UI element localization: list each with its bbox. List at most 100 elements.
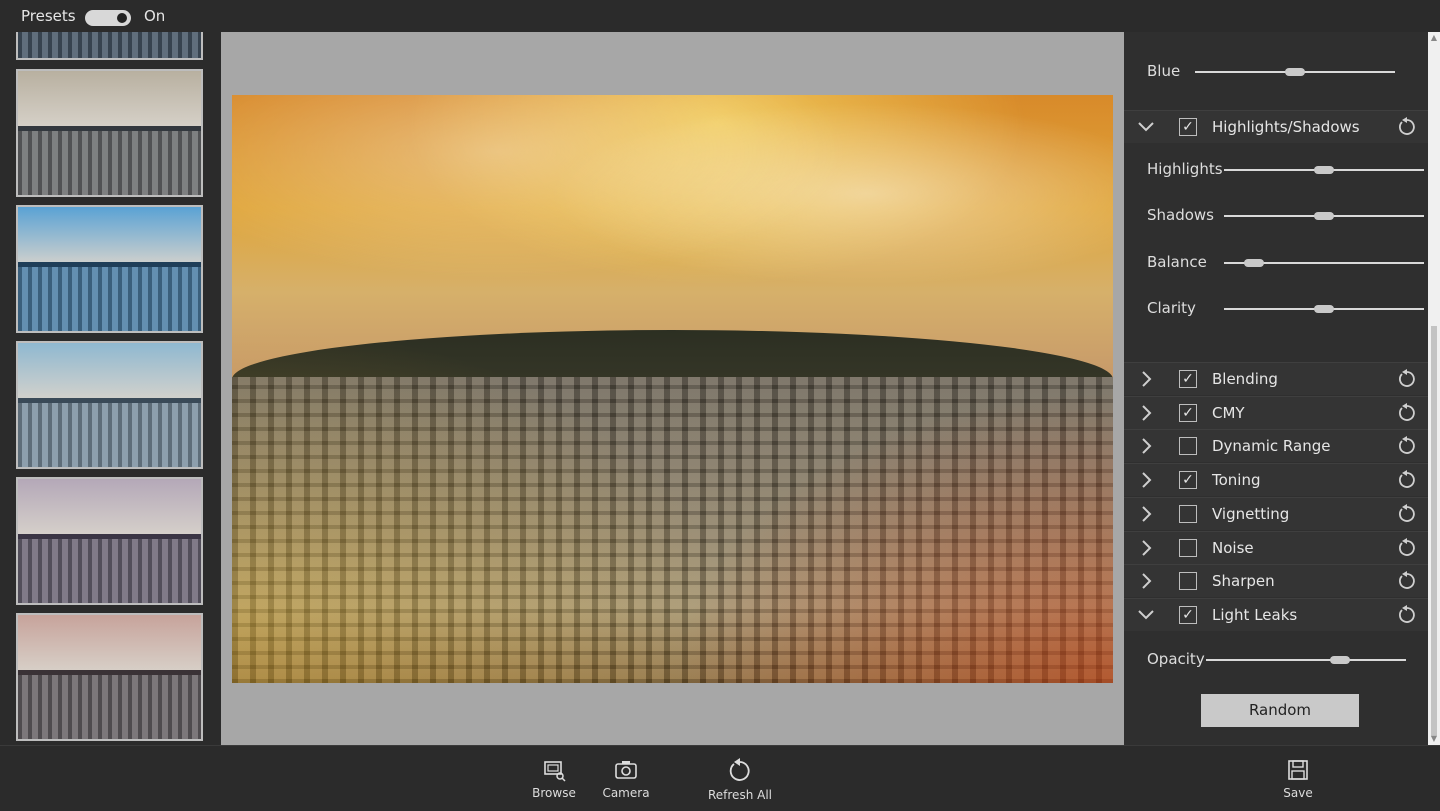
section-highlights-shadows[interactable]: ✓ Highlights/Shadows bbox=[1124, 110, 1428, 143]
section-light-leaks[interactable]: ✓ Light Leaks bbox=[1124, 598, 1428, 631]
section-title: CMY bbox=[1212, 404, 1245, 422]
section-blending[interactable]: ✓ Blending bbox=[1124, 362, 1428, 395]
presets-label: Presets bbox=[21, 7, 76, 25]
save-label: Save bbox=[1283, 786, 1313, 800]
section-sharpen[interactable]: Sharpen bbox=[1124, 564, 1428, 597]
section-checkbox[interactable] bbox=[1179, 572, 1197, 590]
blue-slider-handle[interactable] bbox=[1285, 68, 1305, 76]
reset-icon[interactable] bbox=[1396, 469, 1418, 491]
balance-label: Balance bbox=[1147, 253, 1207, 271]
toggle-knob bbox=[117, 13, 127, 23]
chevron-right-icon[interactable] bbox=[1136, 504, 1156, 524]
chevron-right-icon[interactable] bbox=[1136, 470, 1156, 490]
reset-icon[interactable] bbox=[1396, 570, 1418, 592]
section-checkbox[interactable] bbox=[1179, 505, 1197, 523]
clarity-label: Clarity bbox=[1147, 299, 1196, 317]
shadows-slider-handle[interactable] bbox=[1314, 212, 1334, 220]
preset-thumbnail[interactable] bbox=[16, 69, 203, 197]
camera-button[interactable]: Camera bbox=[591, 758, 661, 800]
refresh-all-label: Refresh All bbox=[707, 788, 772, 802]
browse-button[interactable]: Browse bbox=[519, 758, 589, 800]
refresh-icon bbox=[729, 758, 750, 781]
thumb-sky bbox=[18, 479, 201, 541]
edited-photo[interactable] bbox=[232, 95, 1113, 683]
section-vignetting[interactable]: Vignetting bbox=[1124, 497, 1428, 530]
reset-icon[interactable] bbox=[1396, 435, 1418, 457]
chevron-right-icon[interactable] bbox=[1136, 436, 1156, 456]
chevron-right-icon[interactable] bbox=[1136, 369, 1156, 389]
scrollbar-thumb[interactable] bbox=[1431, 326, 1437, 736]
thumb-sky bbox=[18, 343, 201, 405]
presets-toggle-state: On bbox=[144, 7, 166, 25]
photo-light-leak bbox=[232, 95, 1113, 683]
section-title: Vignetting bbox=[1212, 505, 1290, 523]
preset-thumbnail[interactable] bbox=[16, 32, 203, 60]
reset-icon[interactable] bbox=[1396, 116, 1418, 138]
camera-icon bbox=[615, 761, 637, 779]
reset-icon[interactable] bbox=[1396, 537, 1418, 559]
shadows-slider-row: Shadows bbox=[1124, 195, 1428, 235]
scroll-down-arrow[interactable]: ▼ bbox=[1428, 733, 1440, 745]
thumb-land bbox=[18, 402, 201, 467]
section-checkbox[interactable]: ✓ bbox=[1179, 118, 1197, 136]
preset-thumbnail[interactable] bbox=[16, 205, 203, 333]
opacity-slider-track[interactable] bbox=[1206, 659, 1406, 661]
camera-label: Camera bbox=[602, 786, 650, 800]
save-icon bbox=[1288, 760, 1308, 780]
presets-toggle[interactable] bbox=[85, 10, 131, 26]
thumb-sky bbox=[18, 615, 201, 677]
presets-list bbox=[0, 32, 221, 745]
section-title: Toning bbox=[1212, 471, 1261, 489]
clarity-slider-row: Clarity bbox=[1124, 288, 1428, 328]
chevron-down-icon[interactable] bbox=[1136, 117, 1156, 137]
balance-slider-handle[interactable] bbox=[1244, 259, 1264, 267]
section-cmy[interactable]: ✓ CMY bbox=[1124, 396, 1428, 429]
section-checkbox[interactable]: ✓ bbox=[1179, 404, 1197, 422]
thumb-sky bbox=[18, 71, 201, 133]
chevron-right-icon[interactable] bbox=[1136, 538, 1156, 558]
section-checkbox[interactable]: ✓ bbox=[1179, 370, 1197, 388]
highlights-label: Highlights bbox=[1147, 160, 1223, 178]
reset-icon[interactable] bbox=[1396, 604, 1418, 626]
section-title: Blending bbox=[1212, 370, 1278, 388]
section-checkbox[interactable] bbox=[1179, 539, 1197, 557]
chevron-down-icon[interactable] bbox=[1136, 605, 1156, 625]
chevron-right-icon[interactable] bbox=[1136, 403, 1156, 423]
thumb-land bbox=[18, 130, 201, 195]
reset-icon[interactable] bbox=[1396, 503, 1418, 525]
preset-thumbnail[interactable] bbox=[16, 477, 203, 605]
clarity-slider-handle[interactable] bbox=[1314, 305, 1334, 313]
shadows-label: Shadows bbox=[1147, 206, 1215, 224]
thumb-land bbox=[18, 266, 201, 331]
section-noise[interactable]: Noise bbox=[1124, 531, 1428, 564]
chevron-right-icon[interactable] bbox=[1136, 571, 1156, 591]
opacity-label: Opacity bbox=[1147, 650, 1205, 668]
save-button[interactable]: Save bbox=[1263, 758, 1333, 800]
section-checkbox[interactable]: ✓ bbox=[1179, 471, 1197, 489]
preset-thumbnail[interactable] bbox=[16, 613, 203, 741]
browse-label: Browse bbox=[532, 786, 576, 800]
opacity-slider-row: Opacity bbox=[1124, 639, 1428, 679]
section-checkbox[interactable]: ✓ bbox=[1179, 606, 1197, 624]
section-title: Highlights/Shadows bbox=[1212, 118, 1360, 136]
panel-scrollbar[interactable]: ▲ ▼ bbox=[1428, 32, 1440, 745]
section-dynamic-range[interactable]: Dynamic Range bbox=[1124, 429, 1428, 462]
opacity-slider-handle[interactable] bbox=[1330, 656, 1350, 664]
reset-icon[interactable] bbox=[1396, 368, 1418, 390]
refresh-all-button[interactable]: Refresh All bbox=[700, 758, 780, 802]
image-canvas bbox=[221, 32, 1124, 745]
thumb-land bbox=[18, 32, 201, 58]
scroll-up-arrow[interactable]: ▲ bbox=[1428, 32, 1440, 44]
random-button[interactable]: Random bbox=[1201, 694, 1359, 727]
thumb-land bbox=[18, 538, 201, 603]
preset-thumbnail[interactable] bbox=[16, 341, 203, 469]
section-checkbox[interactable] bbox=[1179, 437, 1197, 455]
top-bar: Presets On bbox=[0, 0, 1440, 32]
blue-slider-row: Blue bbox=[1124, 51, 1428, 91]
balance-slider-row: Balance bbox=[1124, 242, 1428, 282]
highlights-slider-row: Highlights bbox=[1124, 149, 1428, 189]
section-title: Light Leaks bbox=[1212, 606, 1298, 624]
reset-icon[interactable] bbox=[1396, 402, 1418, 424]
section-toning[interactable]: ✓ Toning bbox=[1124, 463, 1428, 496]
highlights-slider-handle[interactable] bbox=[1314, 166, 1334, 174]
